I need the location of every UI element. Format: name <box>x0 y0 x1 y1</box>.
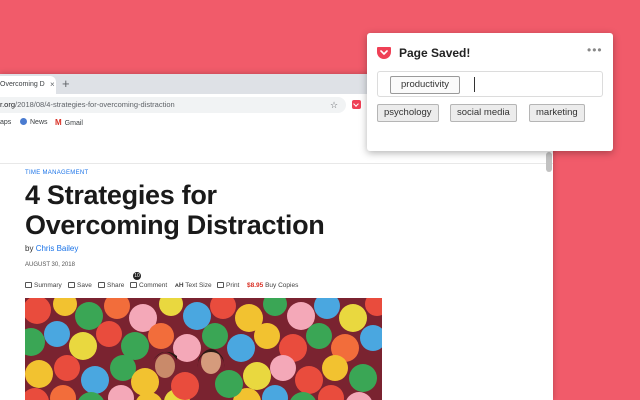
buy-copies-button[interactable]: $8.95 Buy Copies <box>247 280 298 292</box>
tag-input[interactable]: productivity <box>377 71 603 97</box>
comment-count-badge: 10 <box>133 272 141 280</box>
browser-tab[interactable]: Overcoming D × <box>0 76 56 94</box>
more-options-icon[interactable]: ••• <box>587 43 603 57</box>
print-button[interactable]: Print <box>217 280 239 292</box>
suggested-tag-marketing[interactable]: marketing <box>529 104 585 122</box>
tab-title: Overcoming D <box>0 81 45 88</box>
balloons-illustration <box>25 298 382 400</box>
pocket-logo-icon <box>377 47 391 59</box>
article-title: 4 Strategies for Overcoming Distraction <box>25 180 325 240</box>
byline: by Chris Bailey <box>25 244 79 253</box>
suggested-tag-social-media[interactable]: social media <box>450 104 517 122</box>
url-host: r.org <box>0 100 16 109</box>
star-icon[interactable]: ☆ <box>330 97 338 113</box>
pocket-extension-icon[interactable] <box>352 100 361 109</box>
save-button[interactable]: Save <box>68 280 92 292</box>
popup-title: Page Saved! <box>399 46 471 60</box>
comment-icon <box>130 282 137 288</box>
address-bar[interactable]: r.org/2018/08/4-strategies-for-overcomin… <box>0 97 346 113</box>
comment-button[interactable]: Comment <box>130 280 167 292</box>
share-icon <box>98 282 105 288</box>
text-cursor <box>474 77 475 92</box>
url-path: /2018/08/4-strategies-for-overcoming-dis… <box>15 100 175 109</box>
share-button[interactable]: Share <box>98 280 124 292</box>
article-actions: Summary Save Share 10 Comment ᴀH Text Si… <box>25 272 545 294</box>
close-icon[interactable]: × <box>50 76 55 94</box>
new-tab-button[interactable]: + <box>62 76 70 92</box>
bookmark-news[interactable]: News <box>20 117 48 129</box>
save-icon <box>68 282 75 288</box>
tag-chip[interactable]: productivity <box>390 76 461 94</box>
hero-image <box>25 298 382 400</box>
article-category[interactable]: TIME MANAGEMENT <box>25 170 89 176</box>
article-date: AUGUST 30, 2018 <box>25 262 75 268</box>
bookmark-gmail[interactable]: M Gmail <box>55 117 83 130</box>
print-icon <box>217 282 224 288</box>
suggested-tag-psychology[interactable]: psychology <box>377 104 439 122</box>
text-size-icon: ᴀH <box>175 282 184 289</box>
pocket-popup: Page Saved! ••• productivity psychology … <box>367 33 613 151</box>
price: $8.95 <box>247 282 264 289</box>
news-icon <box>20 118 27 125</box>
bookmark-apps[interactable]: aps <box>0 117 11 129</box>
scrollbar-thumb[interactable] <box>546 152 552 172</box>
author-link[interactable]: Chris Bailey <box>36 244 79 253</box>
summary-icon <box>25 282 32 288</box>
gmail-icon: M <box>55 118 62 127</box>
summary-button[interactable]: Summary <box>25 280 62 292</box>
text-size-button[interactable]: ᴀH Text Size <box>175 280 212 292</box>
